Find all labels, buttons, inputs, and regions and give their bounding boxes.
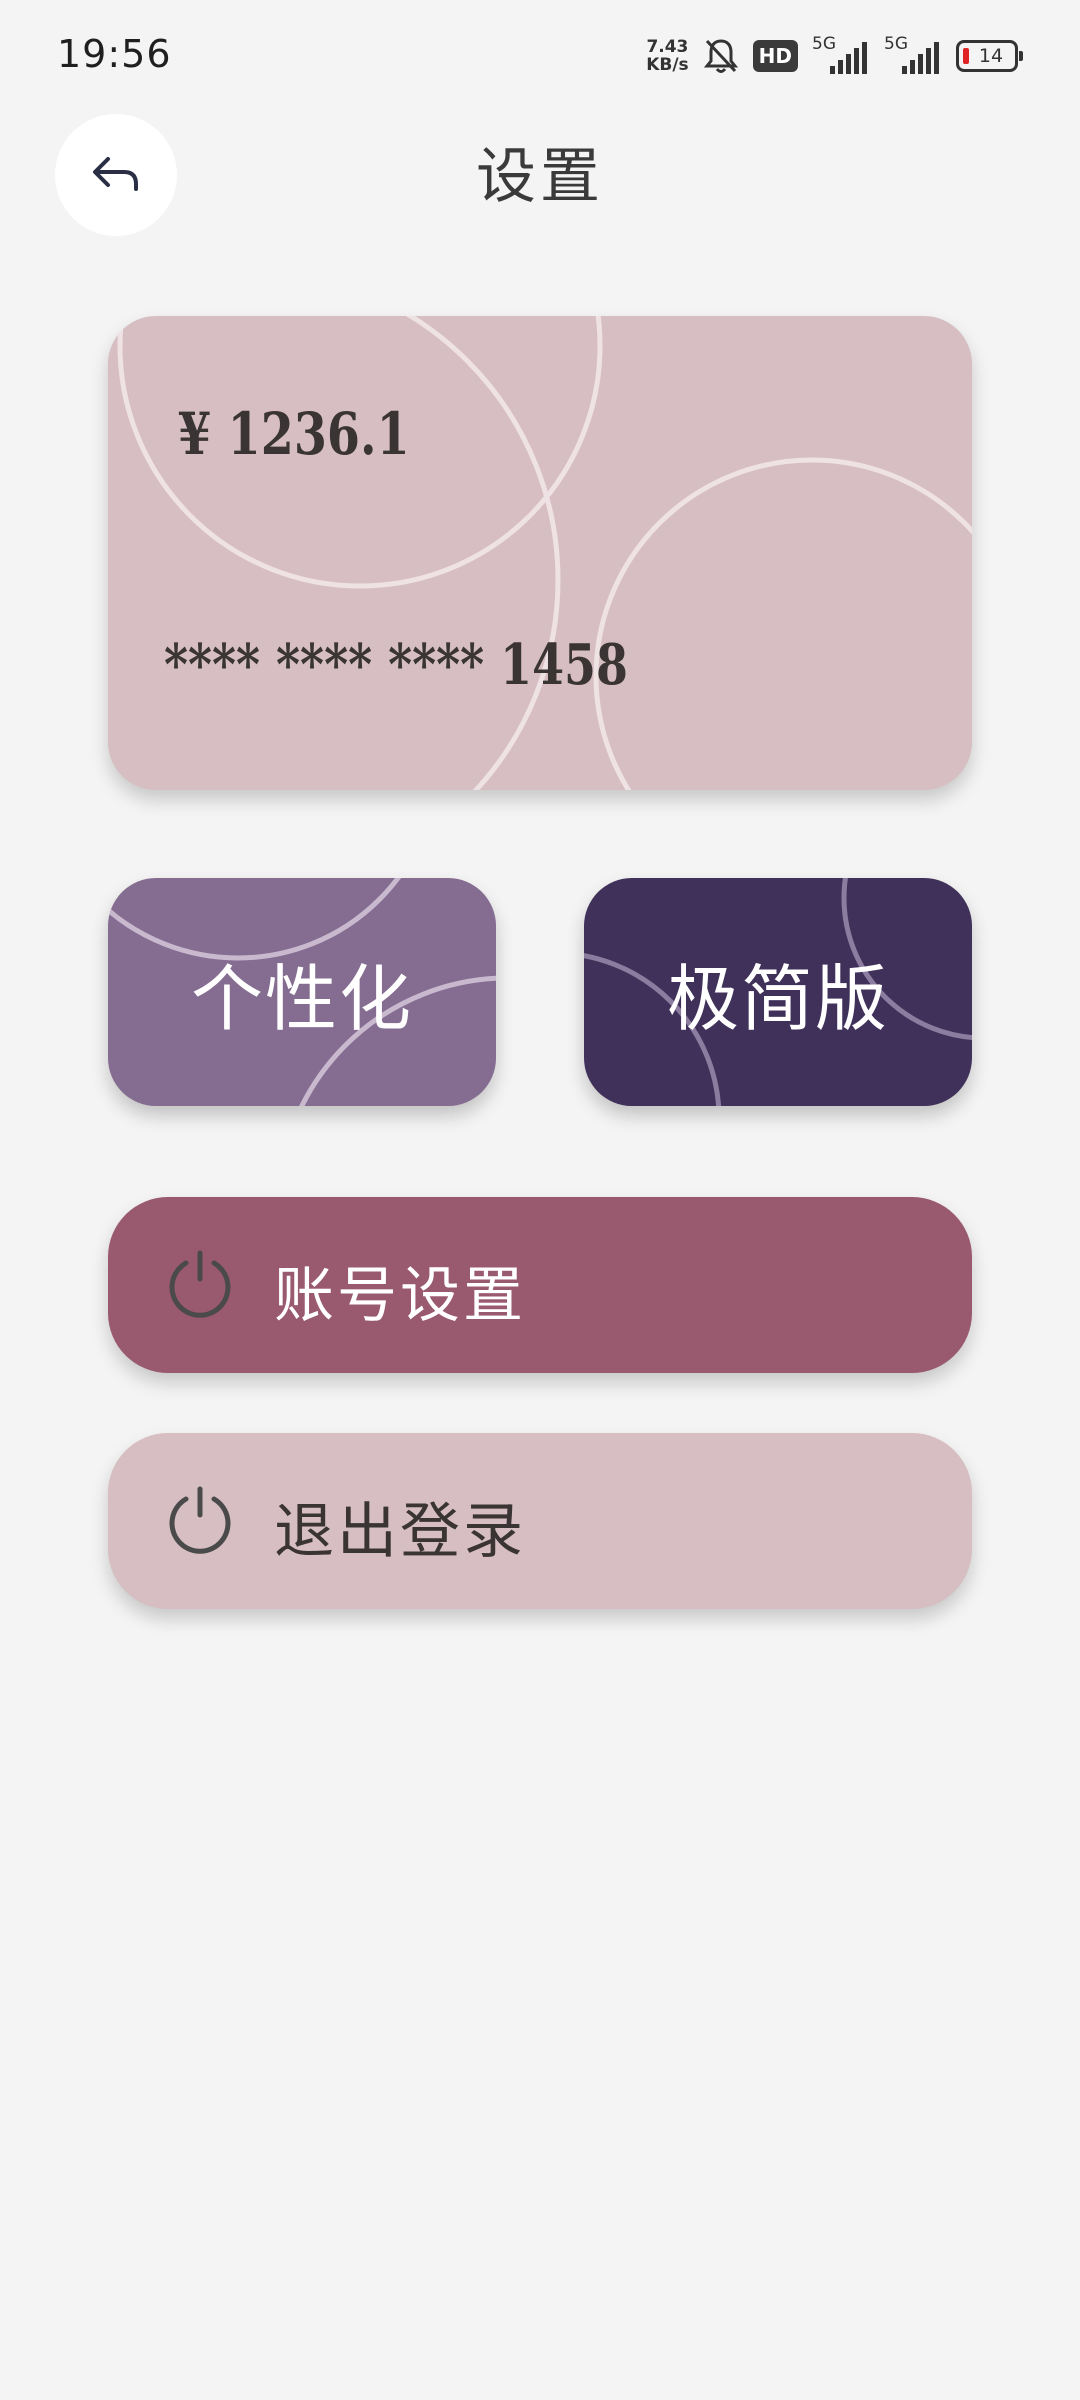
logout-label: 退出登录	[274, 1497, 526, 1567]
network-speed: 7.43 KB/s	[646, 38, 688, 74]
minimal-mode-label: 极简版	[666, 956, 889, 1041]
battery-icon: 14	[956, 40, 1023, 72]
signal-icon: 5G	[884, 34, 942, 76]
power-icon	[169, 1250, 231, 1318]
page-title: 设置	[476, 142, 604, 212]
card-number: **** **** **** 1458	[164, 632, 628, 698]
power-icon	[169, 1486, 231, 1554]
logout-button[interactable]: 退出登录	[108, 1433, 972, 1609]
bell-muted-icon	[703, 39, 738, 73]
personalize-button[interactable]: 个性化	[108, 878, 496, 1106]
account-settings-button[interactable]: 账号设置	[108, 1197, 972, 1373]
network-speed-unit: KB/s	[646, 55, 689, 75]
hd-badge: HD	[752, 40, 798, 72]
balance-card[interactable]: ¥ 1236.1 **** **** **** 1458	[108, 316, 972, 790]
minimal-mode-button[interactable]: 极简版	[584, 878, 972, 1106]
balance-amount: ¥ 1236.1	[178, 400, 410, 468]
personalize-label: 个性化	[190, 956, 413, 1041]
network-speed-value: 7.43	[646, 37, 689, 57]
status-bar: 19:56 7.43 KB/s HD 5G 5G 14	[0, 0, 1080, 110]
signal-icon: 5G	[812, 34, 870, 76]
status-time: 19:56	[57, 32, 172, 76]
card-decoration	[117, 316, 972, 790]
battery-level: 14	[978, 45, 1004, 67]
account-settings-label: 账号设置	[274, 1261, 526, 1331]
status-icons: 7.43 KB/s HD 5G 5G 14	[646, 34, 1023, 76]
